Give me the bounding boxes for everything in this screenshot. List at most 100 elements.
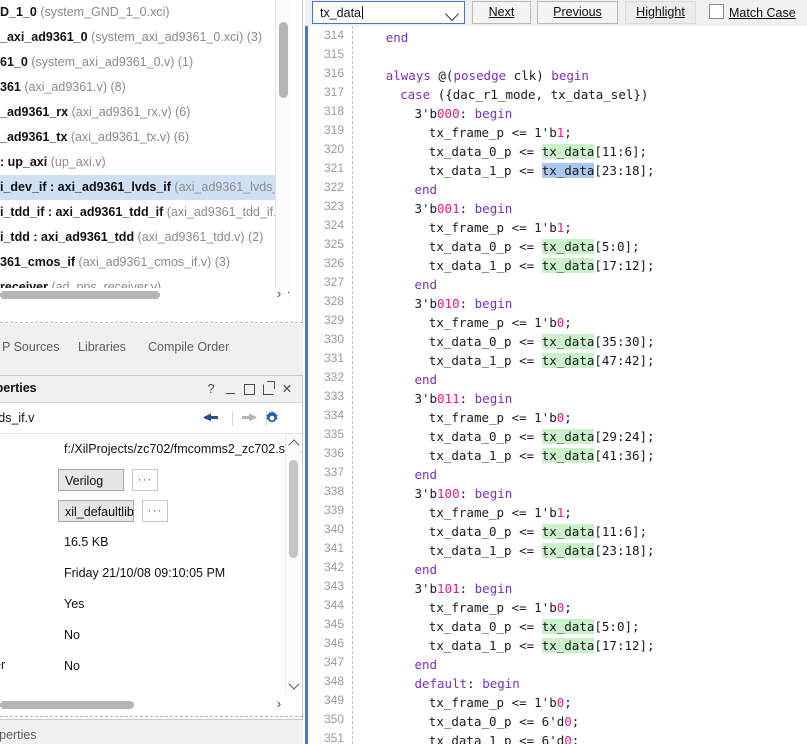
- line-number: 330: [323, 332, 344, 346]
- code-line[interactable]: 3'b010: begin: [357, 294, 512, 313]
- tree-hscroll-thumb[interactable]: [0, 291, 160, 299]
- properties-vertical-scrollbar[interactable]: [285, 434, 301, 692]
- source-hierarchy-tree[interactable]: D_1_0 (system_GND_1_0.xci) _axi_ad9361_0 …: [0, 0, 276, 300]
- properties-horizontal-scrollbar[interactable]: ›: [0, 697, 288, 712]
- code-token: begin: [482, 676, 520, 691]
- tree-item[interactable]: _axi_ad9361_0 (system_axi_ad9361_0.xci) …: [0, 25, 276, 50]
- code-line[interactable]: tx_data_0_p <= tx_data[11:6];: [357, 522, 647, 541]
- tree-vscroll-thumb[interactable]: [279, 22, 288, 98]
- chevron-down-icon[interactable]: [444, 6, 460, 22]
- code-line[interactable]: 3'b101: begin: [357, 579, 512, 598]
- code-line[interactable]: end: [357, 275, 437, 294]
- next-button[interactable]: Next: [472, 1, 531, 24]
- tree-item-file: (system_axi_ad9361_0.xci) (3): [87, 30, 262, 44]
- float-icon[interactable]: [260, 380, 276, 398]
- code-line[interactable]: tx_data_1_p <= tx_data[17:12];: [357, 636, 655, 655]
- code-line[interactable]: tx_frame_p <= 1'b0;: [357, 693, 572, 712]
- match-case-checkbox[interactable]: Match Case: [709, 4, 796, 22]
- back-arrow-icon[interactable]: [203, 409, 225, 427]
- code-line[interactable]: end: [357, 28, 409, 47]
- code-line[interactable]: end: [357, 655, 437, 674]
- code-line[interactable]: 3'b100: begin: [357, 484, 512, 503]
- line-number: 319: [323, 123, 344, 137]
- code-line[interactable]: tx_data_1_p <= tx_data[41:36];: [357, 446, 655, 465]
- code-lines[interactable]: end always @(posedge clk) begin case ({dac…: [357, 26, 807, 744]
- code-line[interactable]: tx_data_1_p <= tx_data[47:42];: [357, 351, 655, 370]
- forward-arrow-icon[interactable]: [239, 409, 261, 427]
- code-line[interactable]: tx_frame_p <= 1'b0;: [357, 313, 572, 332]
- code-line[interactable]: tx_data_1_p <= 6'd0;: [357, 731, 580, 744]
- properties-hscroll-thumb[interactable]: [0, 701, 134, 709]
- highlight-button[interactable]: Highlight: [625, 1, 696, 24]
- search-input[interactable]: tx_data: [312, 1, 465, 24]
- tab-p-sources[interactable]: P Sources: [2, 333, 59, 361]
- code-line[interactable]: tx_frame_p <= 1'b1;: [357, 503, 572, 522]
- properties-scroll-down-icon[interactable]: [286, 677, 301, 691]
- help-icon[interactable]: ?: [203, 380, 219, 398]
- properties-scroll-up-icon[interactable]: [286, 435, 301, 451]
- tree-item[interactable]: 361 (axi_ad9361.v) (8): [0, 75, 276, 100]
- tree-item[interactable]: : up_axi (up_axi.v): [0, 150, 276, 175]
- code-line[interactable]: tx_data_1_p <= tx_data[17:12];: [357, 256, 655, 275]
- properties-vscroll-thumb[interactable]: [289, 460, 298, 558]
- property-browse-button[interactable]: ···: [142, 500, 168, 522]
- close-icon[interactable]: ✕: [279, 380, 295, 398]
- tree-item-file: (axi_ad9361_tdd_if.v): [163, 205, 276, 219]
- tree-vertical-scrollbar[interactable]: [275, 0, 291, 303]
- code-line[interactable]: always @(posedge clk) begin: [357, 66, 589, 85]
- property-value-field[interactable]: xil_defaultlib: [58, 500, 134, 522]
- code-line[interactable]: 3'b001: begin: [357, 199, 512, 218]
- tree-horizontal-scrollbar[interactable]: ›: [0, 287, 288, 302]
- tree-scroll-right-icon[interactable]: ›: [272, 287, 286, 301]
- code-token: [17:12];: [594, 638, 655, 653]
- previous-button[interactable]: Previous: [537, 1, 618, 24]
- tree-item[interactable]: D_1_0 (system_GND_1_0.xci): [0, 0, 276, 25]
- properties-bottom-divider: [0, 716, 303, 717]
- tree-item[interactable]: _ad9361_rx (axi_ad9361_rx.v) (6): [0, 100, 276, 125]
- search-match: tx_data: [541, 448, 595, 463]
- code-line[interactable]: tx_frame_p <= 1'b0;: [357, 408, 572, 427]
- code-line[interactable]: default: begin: [357, 674, 520, 693]
- tree-item-label: _axi_ad9361_0: [0, 30, 88, 44]
- code-line[interactable]: 3'b000: begin: [357, 104, 512, 123]
- properties-scroll-right-icon[interactable]: ›: [272, 697, 286, 711]
- code-line[interactable]: tx_data_0_p <= tx_data[5:0];: [357, 237, 640, 256]
- tree-item[interactable]: _ad9361_tx (axi_ad9361_tx.v) (6): [0, 125, 276, 150]
- code-line[interactable]: end: [357, 560, 437, 579]
- tab-compile-order[interactable]: Compile Order: [148, 333, 229, 361]
- tab-libraries[interactable]: Libraries: [78, 333, 126, 361]
- code-line[interactable]: case ({dac_r1_mode, tx_data_sel}): [357, 85, 648, 104]
- tree-item[interactable]: 61_0 (system_axi_ad9361_0.v) (1): [0, 50, 276, 75]
- code-line[interactable]: tx_data_0_p <= 6'd0;: [357, 712, 580, 731]
- tree-item[interactable]: i_tdd_if : axi_ad9361_tdd_if (axi_ad9361…: [0, 200, 276, 225]
- code-line[interactable]: tx_data_1_p <= tx_data[23:18];: [357, 161, 655, 180]
- minimize-icon[interactable]: [222, 380, 238, 398]
- property-browse-button[interactable]: ···: [132, 469, 158, 491]
- code-line[interactable]: tx_frame_p <= 1'b1;: [357, 123, 572, 142]
- code-line[interactable]: tx_data_0_p <= tx_data[11:6];: [357, 142, 647, 161]
- code-line[interactable]: 3'b011: begin: [357, 389, 512, 408]
- tree-item[interactable]: 361_cmos_if (axi_ad9361_cmos_if.v) (3): [0, 250, 276, 275]
- match-case-box-icon[interactable]: [709, 4, 724, 19]
- property-row: er No: [0, 651, 302, 682]
- gear-icon[interactable]: [264, 410, 280, 426]
- code-line[interactable]: end: [357, 465, 437, 484]
- code-line[interactable]: end: [357, 180, 437, 199]
- indent-guide: [352, 26, 353, 744]
- maximize-icon[interactable]: [241, 380, 257, 398]
- property-value-field[interactable]: Verilog: [58, 469, 124, 491]
- search-match: tx_data: [541, 144, 595, 159]
- property-row: 16.5 KB: [0, 527, 302, 558]
- bottom-tab[interactable]: roperties: [0, 728, 303, 744]
- tree-item[interactable]: i_tdd : axi_ad9361_tdd (axi_ad9361_tdd.v…: [0, 225, 276, 250]
- code-line[interactable]: end: [357, 370, 437, 389]
- code-line[interactable]: tx_data_0_p <= tx_data[29:24];: [357, 427, 655, 446]
- code-view[interactable]: 314 315 316 317 318 319 320 321 322 323 324 325 326 3…: [305, 26, 807, 744]
- code-line[interactable]: tx_data_0_p <= tx_data[35:30];: [357, 332, 655, 351]
- code-line[interactable]: tx_data_1_p <= tx_data[23:18];: [357, 541, 655, 560]
- tree-item[interactable]: i_dev_if : axi_ad9361_lvds_if (axi_ad936…: [0, 175, 276, 200]
- property-row: f:/XilProjects/zc702/fmcomms2_zc702.srcs…: [0, 434, 302, 465]
- code-line[interactable]: tx_frame_p <= 1'b0;: [357, 598, 572, 617]
- code-line[interactable]: tx_frame_p <= 1'b1;: [357, 218, 572, 237]
- code-line[interactable]: tx_data_0_p <= tx_data[5:0];: [357, 617, 640, 636]
